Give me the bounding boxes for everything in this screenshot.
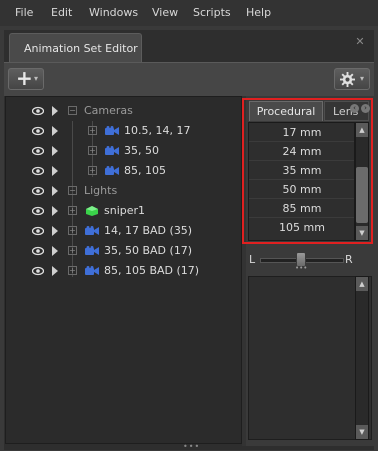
eye-icon[interactable] xyxy=(32,265,44,277)
tree-item-label: 85, 105 BAD (17) xyxy=(104,264,200,277)
tree-row[interactable]: +85, 105 BAD (17) xyxy=(6,261,242,281)
play-icon[interactable] xyxy=(52,146,58,156)
menu-scripts[interactable]: Scripts xyxy=(193,6,231,19)
menu-edit[interactable]: Edit xyxy=(51,6,72,19)
tree-row[interactable]: +35, 50 xyxy=(6,141,242,161)
toolbar: + ▾ ▾ xyxy=(4,62,374,96)
menu-view[interactable]: View xyxy=(152,6,178,19)
tree-item-label: Lights xyxy=(84,184,118,197)
expand-icon[interactable]: + xyxy=(68,266,77,275)
tree-item-label: 35, 50 BAD (17) xyxy=(104,244,193,257)
eye-icon[interactable] xyxy=(32,185,44,197)
lower-pane xyxy=(248,276,372,440)
close-icon[interactable]: ✕ xyxy=(354,36,366,48)
tree-item-label: Cameras xyxy=(84,104,133,117)
play-icon[interactable] xyxy=(52,126,58,136)
tree-row[interactable]: +35, 50 BAD (17) xyxy=(6,241,242,261)
play-icon[interactable] xyxy=(52,106,58,116)
menu-windows[interactable]: Windows xyxy=(89,6,138,19)
tree-item-label: sniper1 xyxy=(104,204,146,217)
eye-icon[interactable] xyxy=(32,245,44,257)
tree-row[interactable]: +10.5, 14, 17 xyxy=(6,121,242,141)
play-icon[interactable] xyxy=(52,246,58,256)
animation-set-tree: − Cameras +10.5, 14, 17 +35, 50 +85, 105− Lig… xyxy=(5,96,242,444)
eye-icon[interactable] xyxy=(32,165,44,177)
camera-icon xyxy=(85,246,99,255)
expand-icon[interactable]: + xyxy=(68,206,77,215)
play-icon[interactable] xyxy=(52,266,58,276)
eye-icon[interactable] xyxy=(32,105,44,117)
settings-button[interactable]: ▾ xyxy=(334,68,370,90)
eye-icon[interactable] xyxy=(32,125,44,137)
expand-icon[interactable]: + xyxy=(88,146,97,155)
expand-icon[interactable]: + xyxy=(68,246,77,255)
camera-icon xyxy=(105,126,119,135)
tree-item-label: 85, 105 xyxy=(124,164,166,177)
slider-right-label: R xyxy=(345,253,353,266)
tree-row[interactable]: + sniper1 xyxy=(6,201,242,221)
tree-item-label: 35, 50 xyxy=(124,144,159,157)
menu-help[interactable]: Help xyxy=(246,6,271,19)
plus-icon: + xyxy=(16,66,33,90)
scroll-up-icon[interactable]: ▲ xyxy=(356,277,368,291)
gear-icon xyxy=(340,72,355,87)
bottom-resize-grip[interactable]: ••• xyxy=(183,443,199,451)
tab-title: Animation Set Editor xyxy=(24,42,138,55)
chevron-down-icon: ▾ xyxy=(34,74,39,83)
eye-icon[interactable] xyxy=(32,205,44,217)
expand-icon[interactable]: + xyxy=(68,226,77,235)
lens-highlight-box xyxy=(242,98,373,244)
menu-file[interactable]: File xyxy=(15,6,33,19)
slider-grip-icon: ••• xyxy=(295,264,308,272)
tree-row[interactable]: − Cameras xyxy=(6,101,242,121)
tree-row[interactable]: − Lights xyxy=(6,181,242,201)
collapse-icon[interactable]: − xyxy=(68,186,77,195)
tree-row[interactable]: +14, 17 BAD (35) xyxy=(6,221,242,241)
tree-row[interactable]: +85, 105 xyxy=(6,161,242,181)
camera-icon xyxy=(105,166,119,175)
scroll-down-icon[interactable]: ▼ xyxy=(356,425,368,439)
tree-item-label: 10.5, 14, 17 xyxy=(124,124,191,137)
play-icon[interactable] xyxy=(52,186,58,196)
lower-pane-scrollbar[interactable]: ▲ ▼ xyxy=(355,276,369,440)
camera-icon xyxy=(85,266,99,275)
eye-icon[interactable] xyxy=(32,225,44,237)
menu-bar: File Edit Windows View Scripts Help xyxy=(0,0,378,26)
chevron-down-icon: ▾ xyxy=(360,74,365,83)
expand-icon[interactable]: + xyxy=(88,166,97,175)
model-cube-icon xyxy=(86,206,98,216)
play-icon[interactable] xyxy=(52,206,58,216)
add-button[interactable]: + ▾ xyxy=(8,66,44,90)
camera-icon xyxy=(85,226,99,235)
expand-icon[interactable]: + xyxy=(88,126,97,135)
camera-icon xyxy=(105,146,119,155)
eye-icon[interactable] xyxy=(32,145,44,157)
play-icon[interactable] xyxy=(52,226,58,236)
tree-item-label: 14, 17 BAD (35) xyxy=(104,224,193,237)
play-icon[interactable] xyxy=(52,166,58,176)
collapse-icon[interactable]: − xyxy=(68,106,77,115)
